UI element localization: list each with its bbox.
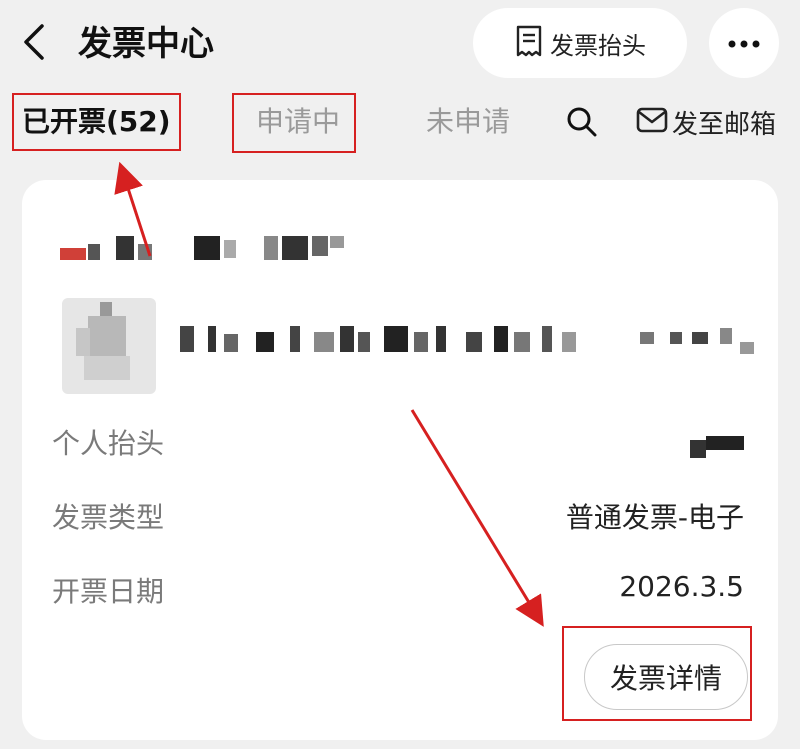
- send-to-email-button[interactable]: 发至邮箱: [636, 100, 776, 144]
- invoice-header-label: 发票抬头: [550, 31, 646, 60]
- blurred-personal-header-value: [690, 436, 744, 460]
- invoice-header-button[interactable]: 发票抬头: [473, 8, 687, 78]
- annotation-box-issued: [12, 93, 181, 151]
- blurred-merchant-name: [60, 230, 350, 264]
- more-button[interactable]: [709, 8, 779, 78]
- back-arrow-icon[interactable]: [16, 20, 56, 64]
- receipt-icon: [514, 24, 544, 62]
- invoice-type-label: 发票类型: [52, 501, 165, 534]
- mail-icon: [636, 106, 668, 138]
- search-icon[interactable]: [564, 104, 600, 140]
- tab-unapplied[interactable]: 未申请: [426, 100, 510, 144]
- annotation-box-detail: [562, 626, 752, 721]
- send-to-email-label: 发至邮箱: [672, 109, 777, 140]
- issue-date-label: 开票日期: [52, 575, 165, 608]
- invoice-type-value: 普通发票-电子: [565, 501, 744, 534]
- product-thumbnail: [62, 298, 156, 394]
- issue-date-value: 2026.3.5: [619, 570, 744, 603]
- more-dots-icon: [727, 34, 761, 53]
- annotation-box-applying: [232, 93, 356, 153]
- blurred-product-title: [180, 322, 760, 356]
- personal-header-label: 个人抬头: [52, 427, 165, 460]
- page-title: 发票中心: [78, 24, 214, 64]
